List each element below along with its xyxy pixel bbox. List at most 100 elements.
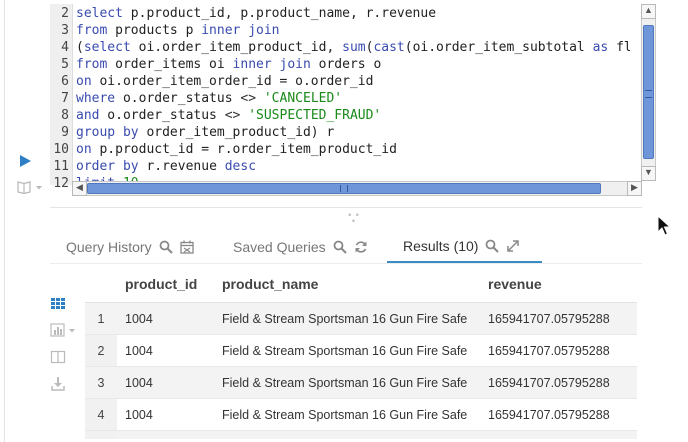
page-left-border [4,0,5,442]
table-row-partial [85,430,637,439]
tab-saved-queries-label: Saved Queries [233,238,326,255]
code-token: fl [608,40,630,55]
code-line[interactable]: 10 on p.product_id = r.order_item_product… [50,141,630,158]
search-icon[interactable] [333,240,347,254]
code-token: order_item_product_id) r [138,125,335,140]
code-line[interactable]: 3 from products p inner join [50,22,630,39]
cell-revenue: 165941707.05795288 [480,302,637,335]
code-token: ( [76,40,84,55]
cell-product-id: 1004 [117,334,214,367]
grid-icon[interactable] [50,295,66,311]
column-header[interactable]: product_id [117,266,214,303]
line-number: 6 [61,74,69,89]
code-token: on [76,74,92,89]
code-token: order_items oi [107,57,233,72]
line-number: 5 [61,57,69,72]
code-token: orders o [310,57,382,72]
tab-query-history-label: Query History [66,238,152,255]
row-number-header [85,266,117,303]
tab-results[interactable]: Results (10) [387,230,542,263]
code-token: desc [224,159,257,174]
scroll-right-button[interactable]: ▶ [627,181,642,196]
code-token: from [76,23,108,38]
line-number: 4 [61,40,69,55]
scroll-left-button[interactable]: ◀ [72,181,87,196]
horizontal-thumb-grip [340,185,348,192]
column-header[interactable]: revenue [480,266,637,303]
refresh-icon[interactable] [354,240,368,254]
tab-results-label: Results (10) [403,237,479,254]
code-line[interactable]: 7 where o.order_status <> 'CANCELED' [50,90,630,107]
search-icon[interactable] [485,239,500,253]
code-line[interactable]: 9 group by order_item_product_id) r [50,124,630,141]
code-token: products p [107,23,202,38]
results-table: product_id product_name revenue 1 1004 F… [85,266,637,439]
code-token: from [76,57,108,72]
bar-chart-icon[interactable] [50,322,78,338]
cell-product-name: Field & Stream Sportsman 16 Gun Fire Saf… [214,334,480,367]
code-token: where [76,91,116,106]
column-header[interactable]: product_name [214,266,480,303]
code-token: on [76,142,92,157]
code-line[interactable]: 6 on oi.order_item_order_id = o.order_id [50,73,630,90]
sql-editor[interactable]: 2 select p.product_id, p.product_name, r.… [50,4,656,197]
code-token: o.order_status [115,91,241,106]
table-row[interactable]: 4 1004 Field & Stream Sportsman 16 Gun F… [85,398,637,431]
columns-icon[interactable] [50,349,66,365]
vertical-thumb-grip [645,90,652,98]
code-line[interactable]: 2 select p.product_id, p.product_name, r.… [50,5,630,22]
code-token: r.revenue [138,159,225,174]
code-token: p.product_id = r.order_item_product_id [91,142,397,157]
code-line[interactable]: 11 order by r.revenue desc [50,158,630,175]
line-number: 9 [61,125,69,140]
expand-icon[interactable] [506,239,520,253]
code-token: o.order_status [99,108,225,123]
code-token: p.product_id, p.product_name, r.revenue [122,6,437,21]
code-token: (oi.order_item_subtotal [404,40,593,55]
cell-revenue: 165941707.05795288 [480,334,637,367]
code-line[interactable]: 5 from order_items oi inner join orders o [50,56,630,73]
mouse-cursor-icon [657,214,672,237]
cell-revenue: 165941707.05795288 [480,366,637,399]
table-row[interactable]: 1 1004 Field & Stream Sportsman 16 Gun F… [85,302,637,335]
code-line[interactable]: 8 and o.order_status <> 'SUSPECTED_FRAUD' [50,107,630,124]
editor-results-divider [50,207,642,208]
cell-product-name: Field & Stream Sportsman 16 Gun Fire Saf… [214,302,480,335]
code-token: inner join [201,23,280,38]
resize-handle[interactable]: • • • [346,211,362,226]
search-icon[interactable] [159,240,173,254]
row-number: 3 [85,366,117,399]
scroll-down-button[interactable]: ▼ [641,166,656,181]
play-icon[interactable] [18,154,32,168]
table-row[interactable]: 3 1004 Field & Stream Sportsman 16 Gun F… [85,366,637,399]
line-number: 11 [53,159,69,174]
code-token: group by [76,125,139,140]
line-number: 8 [61,108,69,123]
editor-horizontal-scrollbar[interactable] [72,181,641,196]
line-number: 2 [61,6,69,21]
code-token: as [592,40,609,55]
code-token: inner join [232,57,311,72]
row-number: 4 [85,398,117,431]
code-token: order by [76,159,139,174]
table-row[interactable]: 2 1004 Field & Stream Sportsman 16 Gun F… [85,334,637,367]
code-token: oi.order_item_product_id, [130,40,343,55]
code-token: 'CANCELED' [263,91,343,106]
code-token: 'SUSPECTED_FRAUD' [248,108,382,123]
line-number: 10 [53,142,69,157]
code-token: sum [342,40,366,55]
code-token: <> [224,108,241,123]
scroll-up-button[interactable]: ▲ [641,4,656,19]
row-number: 2 [85,334,117,367]
calendar-icon[interactable] [179,240,194,254]
book-icon[interactable] [17,180,45,195]
cell-product-name: Field & Stream Sportsman 16 Gun Fire Saf… [214,398,480,431]
cell-product-id: 1004 [117,366,214,399]
download-icon[interactable] [50,376,66,392]
cell-revenue: 165941707.05795288 [480,398,637,431]
tab-saved-queries[interactable]: Saved Queries [233,230,368,263]
tab-query-history[interactable]: Query History [66,230,194,263]
code-line[interactable]: 4 (select oi.order_item_product_id, sum(c… [50,39,630,56]
tabs-baseline [50,263,642,264]
